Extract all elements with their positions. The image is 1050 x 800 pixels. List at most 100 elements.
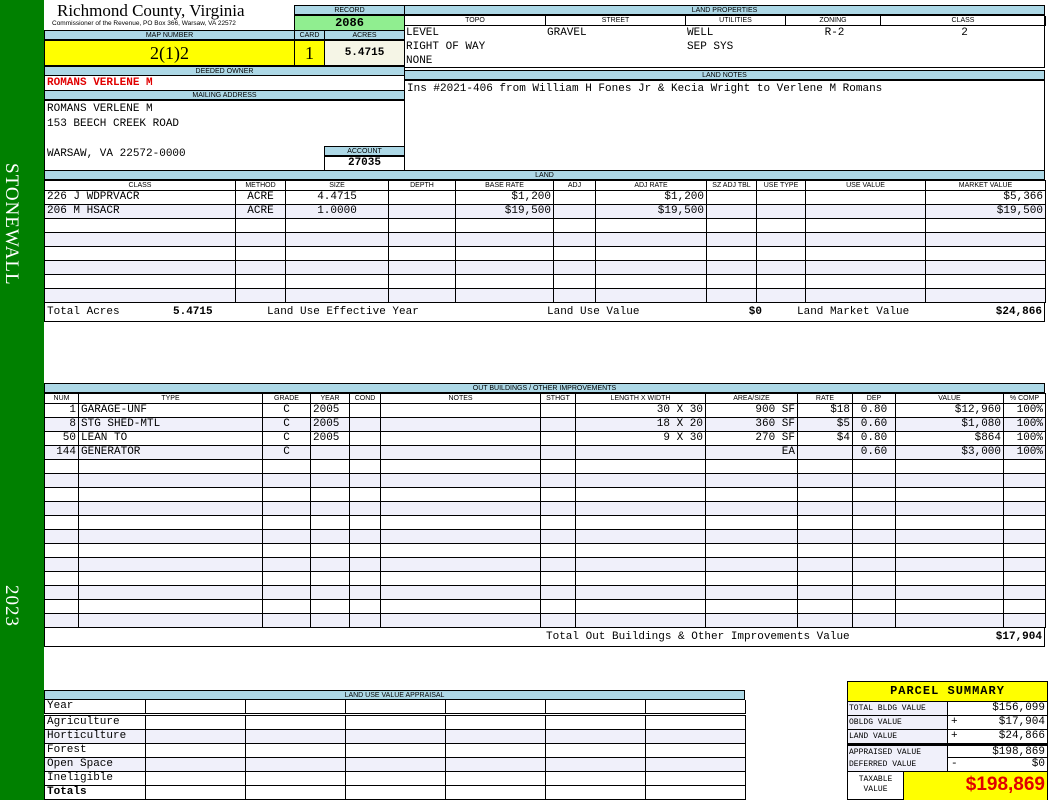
table-cell: 0.80: [852, 431, 896, 446]
tax-year: 2023: [1, 585, 22, 627]
table-cell: [805, 232, 926, 247]
table-cell: [310, 599, 350, 614]
column-header: LENGTH X WIDTH: [575, 393, 706, 404]
table-cell: [706, 288, 757, 303]
table-cell: [706, 190, 757, 205]
office-address: Commissioner of the Revenue, PO Box 366,…: [52, 20, 236, 27]
summary-operator: -: [951, 758, 958, 770]
table-cell: [44, 218, 236, 233]
appraisal-cell: [245, 714, 346, 730]
table-cell: [1003, 543, 1046, 558]
land-totals: Total Acres 5.4715 Land Use Effective Ye…: [44, 302, 1045, 322]
table-cell: [575, 585, 706, 600]
summary-label: DEFERRED VALUE: [848, 758, 948, 771]
table-cell: EA: [705, 445, 798, 460]
acres-label: ACRES: [324, 30, 405, 40]
table-cell: [78, 585, 263, 600]
land-row: [44, 260, 1046, 275]
table-cell: [380, 571, 541, 586]
outbuilding-row: [44, 599, 1046, 614]
taxable-value-label: TAXABLE VALUE: [848, 772, 904, 800]
outbuilding-row: [44, 543, 1046, 558]
table-cell: 100%: [1003, 403, 1046, 418]
table-cell: [1003, 473, 1046, 488]
table-cell: [388, 190, 456, 205]
land-row: 206 M HSACR ACRE 1.0000 $19,500 $19,500 $19,5…: [44, 204, 1046, 219]
appraisal-cell: [345, 700, 446, 715]
table-cell: [235, 246, 286, 261]
outbuildings-total: Total Out Buildings & Other Improvements…: [44, 627, 1045, 647]
column-header: METHOD: [235, 180, 286, 191]
table-cell: [553, 288, 596, 303]
table-cell: [349, 473, 381, 488]
table-cell: [310, 585, 350, 600]
table-cell: [705, 543, 798, 558]
table-cell: [852, 529, 896, 544]
table-cell: [797, 571, 853, 586]
table-cell: [44, 557, 79, 572]
table-cell: [797, 585, 853, 600]
appraisal-cell: [245, 743, 346, 758]
outbuildings-title: OUT BUILDINGS / OTHER IMPROVEMENTS: [44, 383, 1045, 393]
table-cell: [78, 487, 263, 502]
table-cell: [78, 459, 263, 474]
table-cell: [706, 260, 757, 275]
outbuilding-row: [44, 501, 1046, 516]
land-use-value: $0: [748, 306, 762, 318]
table-cell: [595, 274, 707, 289]
table-cell: 226 J WDPRVACR: [44, 190, 236, 205]
table-cell: [310, 613, 350, 628]
table-cell: [44, 585, 79, 600]
table-cell: [575, 445, 706, 460]
table-cell: [388, 204, 456, 219]
table-cell: $864: [895, 431, 1004, 446]
table-cell: [380, 501, 541, 516]
land-property-value: GRAVEL: [547, 27, 587, 39]
table-cell: ACRE: [235, 204, 286, 219]
table-cell: $1,200: [455, 190, 554, 205]
column-header: RATE: [797, 393, 853, 404]
table-cell: [553, 190, 596, 205]
column-header: STHGT: [540, 393, 576, 404]
table-cell: [575, 571, 706, 586]
summary-row: LAND VALUE + $24,866: [848, 730, 1047, 744]
address-line: ROMANS VERLENE M: [47, 103, 153, 115]
table-cell: [553, 204, 596, 219]
table-cell: [349, 403, 381, 418]
table-cell: [553, 260, 596, 275]
table-cell: [895, 473, 1004, 488]
summary-operator: +: [951, 716, 958, 728]
table-cell: [925, 232, 1046, 247]
outbuilding-row: 50 LEAN TO C 2005 9 X 30 270 SF $4 0.80 $864 100%: [44, 431, 1046, 446]
column-header: MARKET VALUE: [925, 180, 1046, 191]
appraisal-cell: [345, 785, 446, 800]
appraisal-cell: [145, 729, 246, 744]
column-header-row: CLASS METHOD SIZE DEPTH BASE RATE ADJ ADJ RATE…: [44, 180, 1046, 191]
table-cell: [310, 445, 350, 460]
table-cell: [388, 288, 456, 303]
table-cell: [380, 557, 541, 572]
land-market-value: $24,866: [995, 306, 1042, 318]
summary-value: $24,866: [998, 730, 1045, 742]
table-cell: [575, 487, 706, 502]
table-cell: [805, 190, 926, 205]
table-cell: [262, 529, 311, 544]
column-header: DEP: [852, 393, 896, 404]
table-cell: [797, 501, 853, 516]
table-cell: [852, 473, 896, 488]
table-cell: [1003, 515, 1046, 530]
table-cell: [44, 232, 236, 247]
outbuildings-total-value: $17,904: [995, 631, 1042, 643]
table-cell: 2005: [310, 431, 350, 446]
table-cell: 1: [44, 403, 79, 418]
table-cell: [380, 431, 541, 446]
table-cell: 30 X 30: [575, 403, 706, 418]
table-cell: 50: [44, 431, 79, 446]
land-notes-title: LAND NOTES: [404, 70, 1045, 80]
table-cell: LEAN TO: [78, 431, 263, 446]
table-cell: [44, 459, 79, 474]
table-cell: [895, 543, 1004, 558]
table-cell: [78, 473, 263, 488]
table-cell: 0.60: [852, 417, 896, 432]
table-cell: [44, 571, 79, 586]
